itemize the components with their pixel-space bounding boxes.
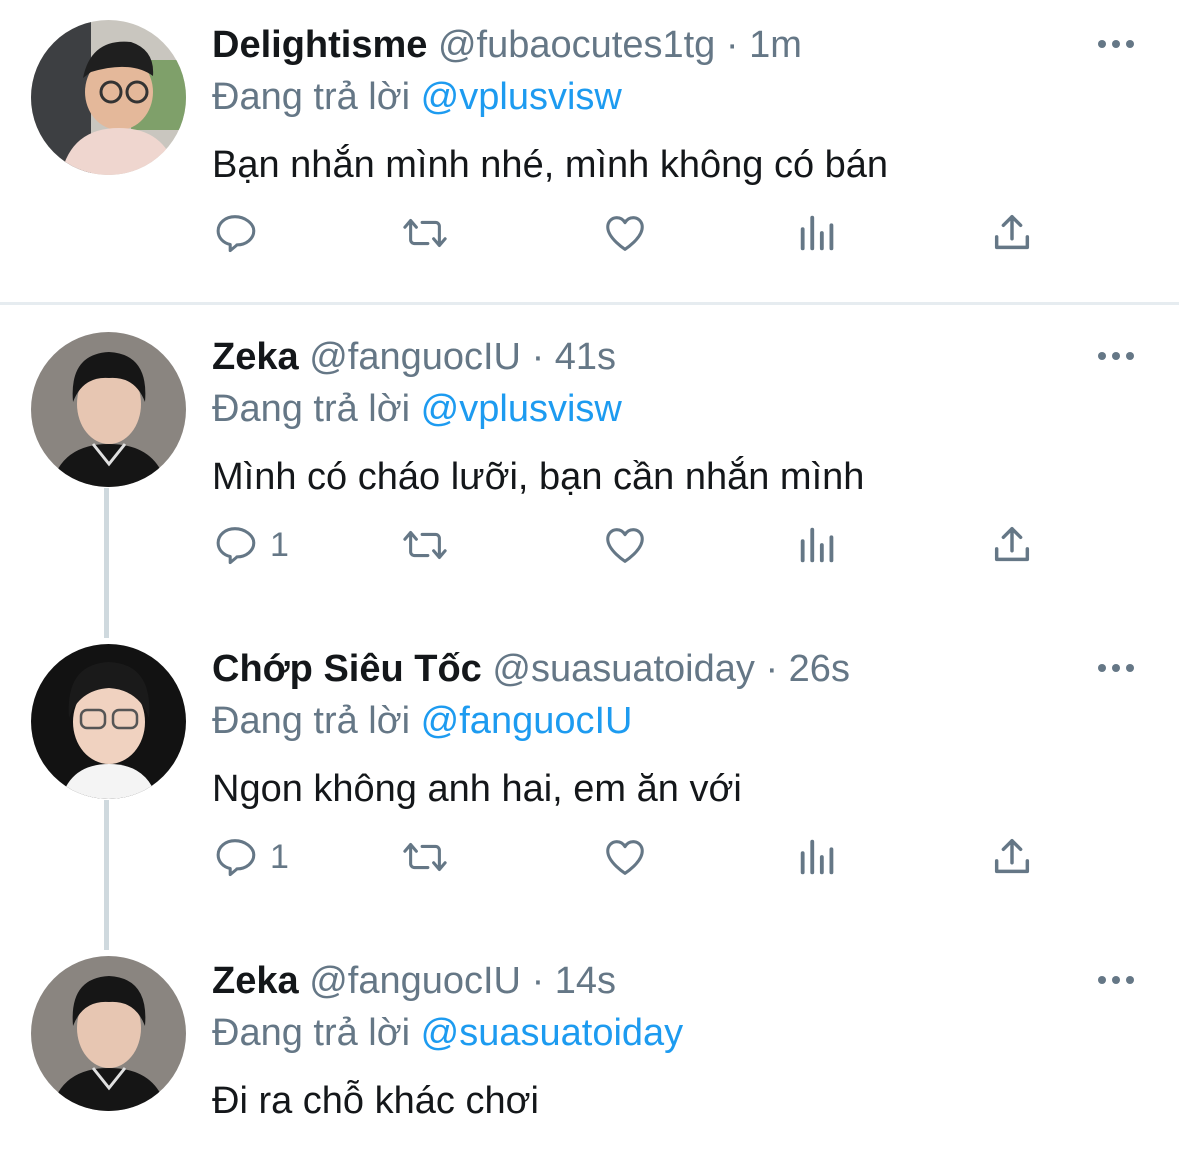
avatar[interactable] — [31, 20, 186, 175]
retweet-icon — [403, 219, 447, 247]
user-handle[interactable]: @fanguocIU — [309, 336, 521, 378]
views-button[interactable] — [795, 520, 841, 570]
reply-button[interactable]: 1 — [212, 520, 289, 570]
reply-button[interactable] — [212, 208, 270, 258]
timestamp[interactable]: 1m — [749, 24, 802, 66]
reply-count: 1 — [270, 837, 289, 876]
more-dots-icon — [1098, 40, 1134, 48]
more-dots-icon — [1098, 976, 1134, 984]
reply-bubble-icon — [216, 839, 256, 877]
replying-to: Đang trả lời @vplusvisw — [212, 384, 622, 434]
retweet-button[interactable] — [402, 832, 448, 882]
avatar-image-zeka — [31, 332, 186, 487]
user-handle[interactable]: @fanguocIU — [309, 960, 521, 1002]
tweet[interactable]: Zeka @fanguocIU · 14s Đang trả lời @suas… — [0, 956, 1179, 1154]
more-dots-icon — [1098, 352, 1134, 360]
share-upload-icon — [994, 838, 1030, 874]
like-button[interactable] — [602, 208, 648, 258]
more-dots-icon — [1098, 664, 1134, 672]
heart-icon — [606, 840, 644, 875]
reply-mention-link[interactable]: @vplusvisw — [421, 76, 622, 118]
views-bar-chart-icon — [800, 527, 834, 563]
separator-dot: · — [531, 336, 545, 378]
tweet-actions — [212, 208, 1062, 258]
avatar[interactable] — [31, 332, 186, 487]
views-bar-chart-icon — [800, 215, 834, 251]
display-name[interactable]: Zeka — [212, 960, 299, 1002]
tweet-text: Ngon không anh hai, em ăn với — [212, 768, 742, 810]
tweet[interactable]: Zeka @fanguocIU · 41s Đang trả lời @vplu… — [0, 332, 1179, 614]
like-button[interactable] — [602, 520, 648, 570]
avatar-image-chop-sieu-toc — [31, 644, 186, 799]
tweet-header: Chớp Siêu Tốc @suasuatoiday · 26s — [212, 644, 850, 694]
tweet-text: Bạn nhắn mình nhé, mình không có bán — [212, 144, 889, 186]
reply-mention-link[interactable]: @vplusvisw — [421, 388, 622, 430]
separator-dot: · — [725, 24, 739, 66]
reply-mention-link[interactable]: @fanguocIU — [421, 700, 633, 742]
retweet-button[interactable] — [402, 208, 448, 258]
share-button[interactable] — [989, 520, 1035, 570]
tweet-header: Delightisme @fubaocutes1tg · 1m — [212, 20, 802, 70]
separator-dot: · — [531, 960, 545, 1002]
tweet-separator — [0, 302, 1179, 305]
heart-icon — [606, 216, 644, 251]
share-upload-icon — [994, 526, 1030, 562]
views-button[interactable] — [795, 208, 841, 258]
more-options-button[interactable] — [1096, 32, 1136, 56]
tweet-text: Đi ra chỗ khác chơi — [212, 1080, 539, 1122]
user-handle[interactable]: @suasuatoiday — [492, 648, 755, 690]
replying-to: Đang trả lời @suasuatoiday — [212, 1008, 683, 1058]
share-button[interactable] — [989, 832, 1035, 882]
user-handle[interactable]: @fubaocutes1tg — [438, 24, 715, 66]
separator-dot: · — [765, 648, 779, 690]
display-name[interactable]: Zeka — [212, 336, 299, 378]
avatar[interactable] — [31, 644, 186, 799]
reply-mention-link[interactable]: @suasuatoiday — [421, 1012, 684, 1054]
more-options-button[interactable] — [1096, 968, 1136, 992]
views-bar-chart-icon — [800, 839, 834, 875]
like-button[interactable] — [602, 832, 648, 882]
replying-to: Đang trả lời @vplusvisw — [212, 72, 622, 122]
replying-to-label: Đang trả lời — [212, 388, 411, 430]
avatar[interactable] — [31, 956, 186, 1111]
tweet[interactable]: Chớp Siêu Tốc @suasuatoiday · 26s Đang t… — [0, 644, 1179, 926]
avatar-image-delightisme — [31, 20, 186, 175]
reply-bubble-icon — [216, 527, 256, 565]
retweet-button[interactable] — [402, 520, 448, 570]
replying-to-label: Đang trả lời — [212, 700, 411, 742]
replying-to: Đang trả lời @fanguocIU — [212, 696, 632, 746]
reply-bubble-icon — [216, 215, 256, 253]
timestamp[interactable]: 41s — [555, 336, 616, 378]
tweet-header: Zeka @fanguocIU · 14s — [212, 956, 616, 1006]
more-options-button[interactable] — [1096, 344, 1136, 368]
tweet-header: Zeka @fanguocIU · 41s — [212, 332, 616, 382]
share-upload-icon — [994, 214, 1030, 250]
display-name[interactable]: Chớp Siêu Tốc — [212, 648, 482, 690]
retweet-icon — [403, 531, 447, 559]
replying-to-label: Đang trả lời — [212, 1012, 411, 1054]
heart-icon — [606, 528, 644, 563]
share-button[interactable] — [989, 208, 1035, 258]
timestamp[interactable]: 26s — [789, 648, 850, 690]
tweet-actions: 1 — [212, 520, 1062, 570]
retweet-icon — [403, 843, 447, 871]
tweet[interactable]: Delightisme @fubaocutes1tg · 1m Đang trả… — [0, 20, 1179, 302]
views-button[interactable] — [795, 832, 841, 882]
reply-count: 1 — [270, 525, 289, 564]
avatar-image-zeka — [31, 956, 186, 1111]
reply-button[interactable]: 1 — [212, 832, 289, 882]
replying-to-label: Đang trả lời — [212, 76, 411, 118]
display-name[interactable]: Delightisme — [212, 24, 427, 66]
tweet-actions: 1 — [212, 832, 1062, 882]
more-options-button[interactable] — [1096, 656, 1136, 680]
timestamp[interactable]: 14s — [555, 960, 616, 1002]
tweet-text: Mình có cháo lưỡi, bạn cần nhắn mình — [212, 456, 865, 498]
